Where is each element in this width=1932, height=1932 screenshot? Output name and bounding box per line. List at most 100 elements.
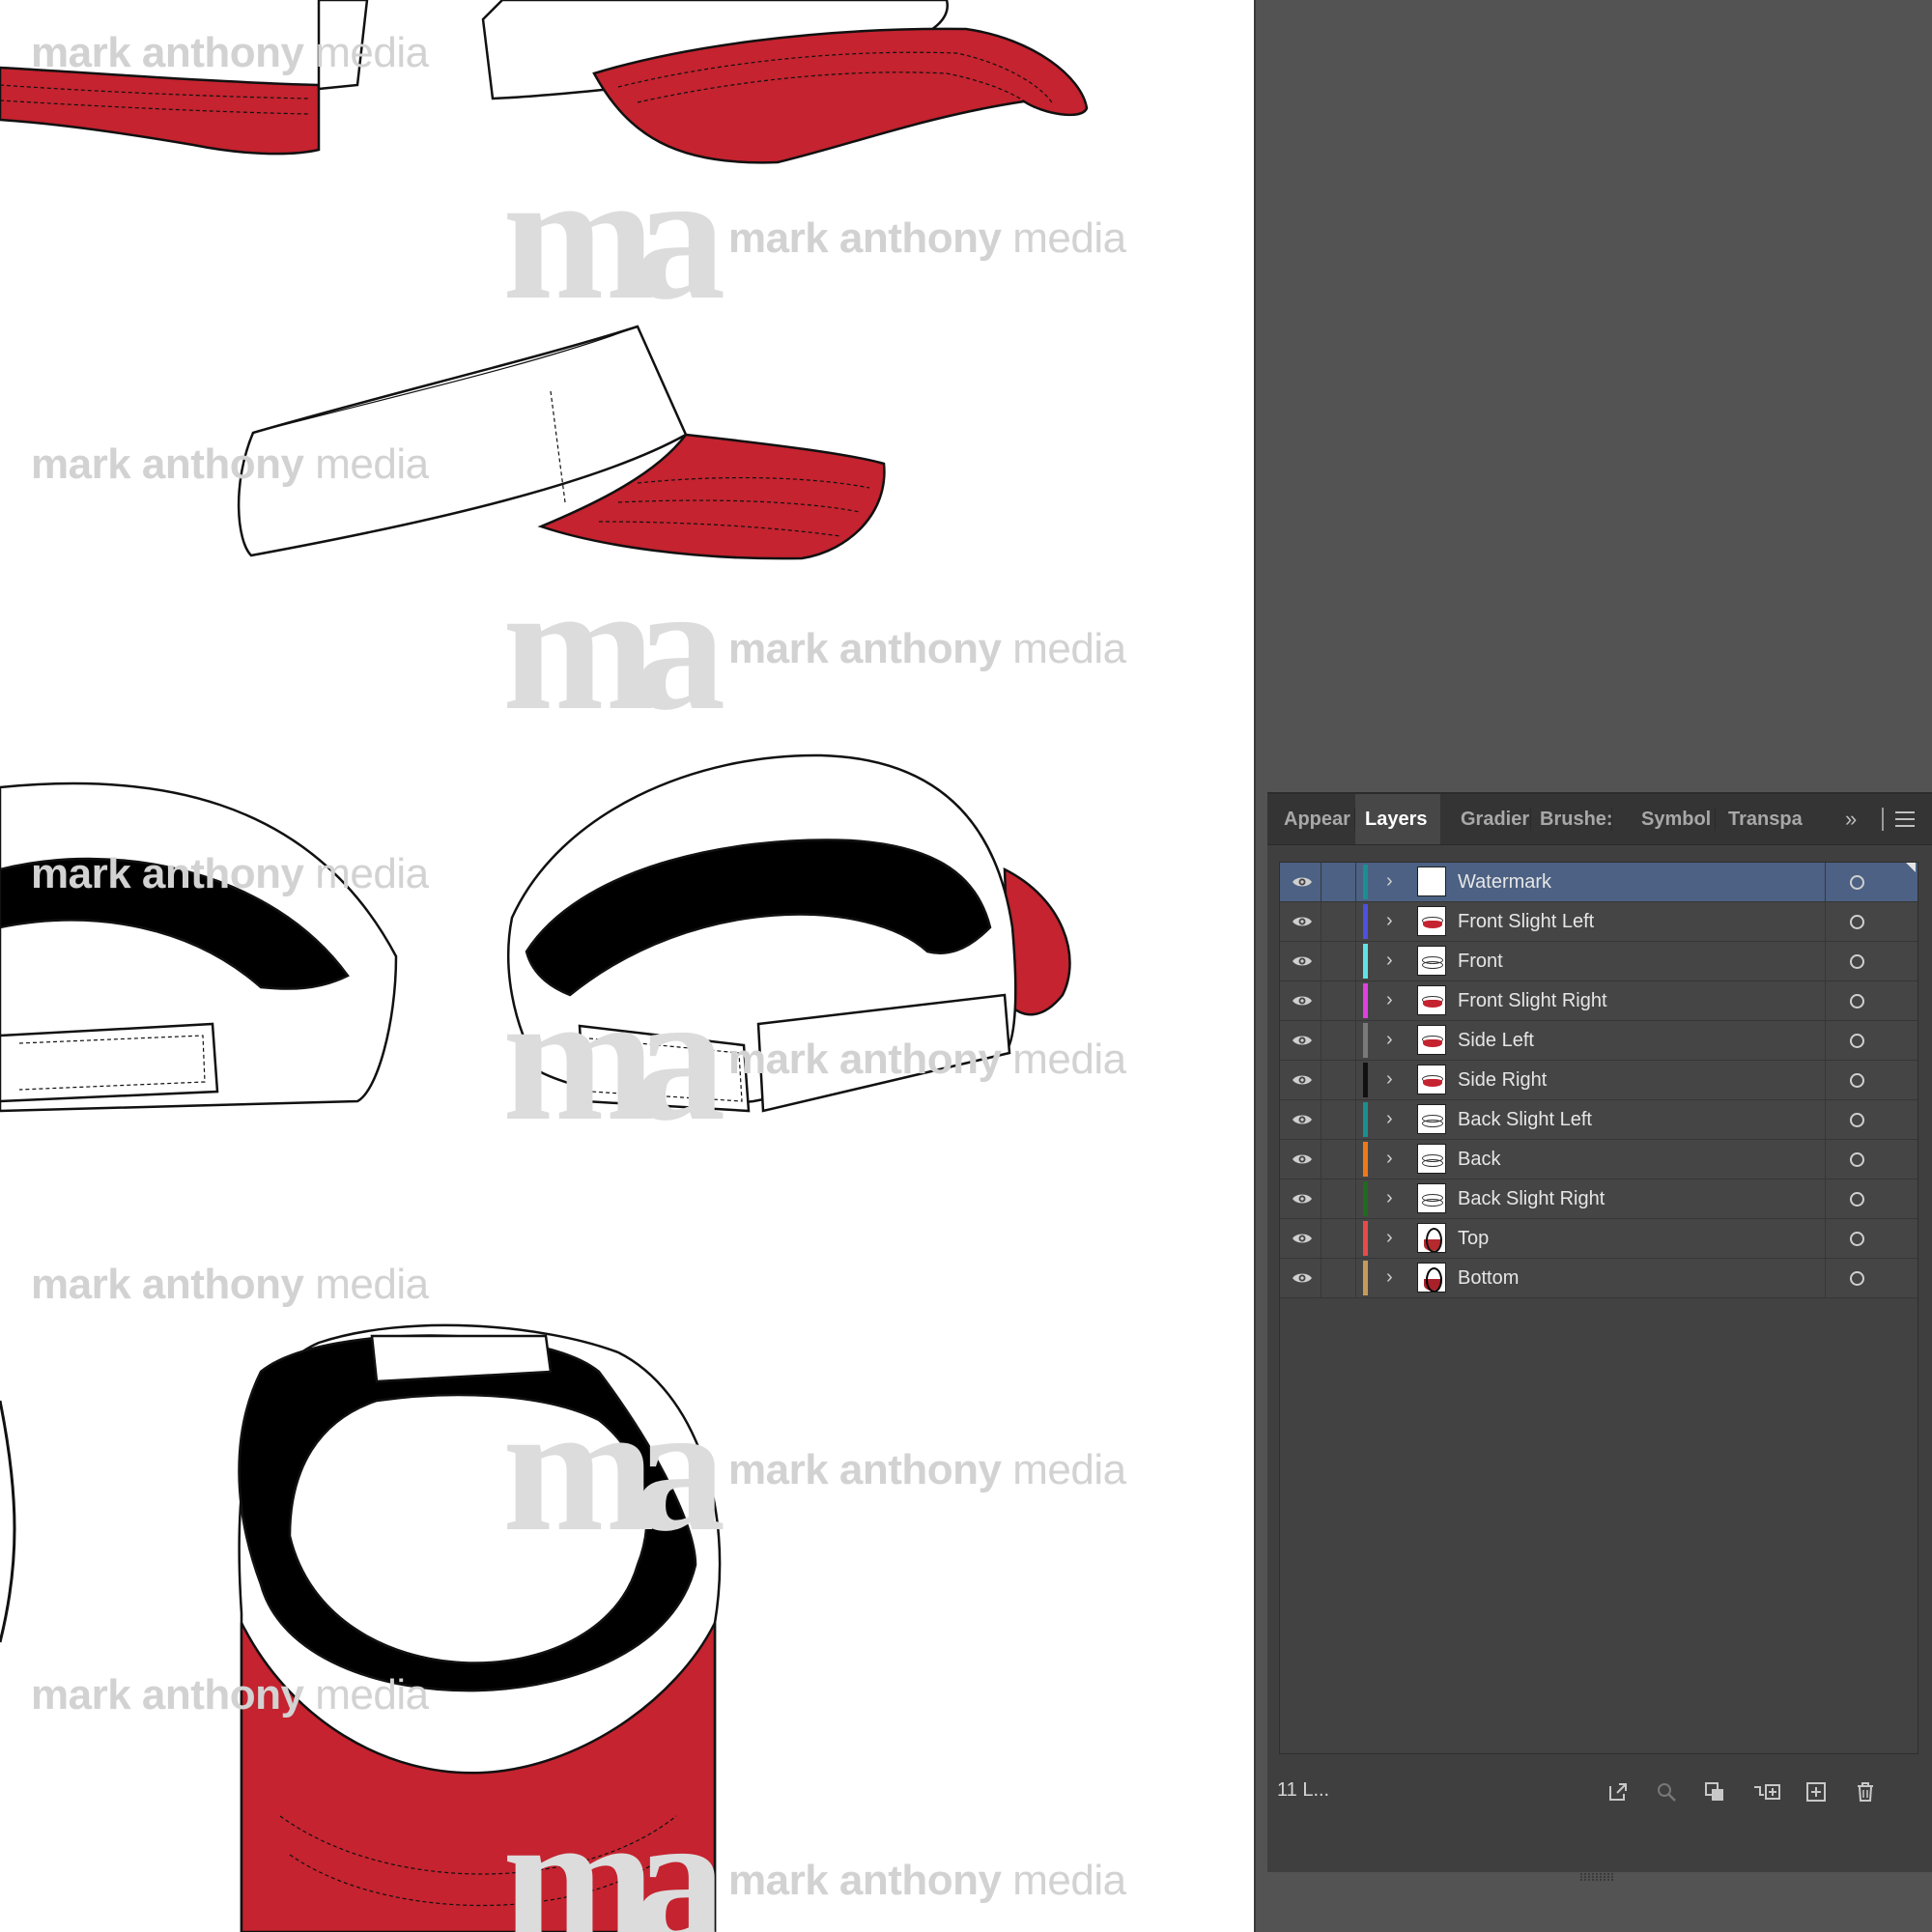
column-divider [1355,863,1356,901]
visibility-eye-icon[interactable] [1292,874,1313,890]
expand-chevron-icon[interactable]: › [1386,1259,1402,1297]
export-icon[interactable] [1607,1781,1629,1803]
layer-name[interactable]: Back Slight Left [1458,1100,1592,1139]
artboard-canvas[interactable]: mark anthony media ma mark anthony media… [0,0,1254,1932]
tab-layers[interactable]: Layers [1355,794,1440,844]
target-circle-icon[interactable] [1850,954,1864,969]
visibility-eye-icon[interactable] [1292,1033,1313,1048]
layer-thumbnail [1417,867,1446,896]
trash-icon[interactable] [1855,1781,1876,1803]
column-divider [1825,942,1826,980]
layer-thumbnail [1417,1263,1446,1293]
watermark-text: mark anthony media [728,214,1126,262]
panel-footer: 11 L... [1267,1760,1932,1881]
expand-chevron-icon[interactable]: › [1386,1061,1402,1099]
visibility-eye-icon[interactable] [1292,914,1313,929]
layer-thumbnail [1417,1065,1446,1094]
layer-row[interactable]: › Front Slight Left [1280,902,1918,942]
target-circle-icon[interactable] [1850,1192,1864,1207]
layer-count: 11 L... [1277,1779,1330,1801]
layer-name[interactable]: Front Slight Left [1458,902,1594,941]
clipping-mask-icon[interactable] [1704,1781,1725,1803]
layer-row[interactable]: › Back Slight Right [1280,1179,1918,1219]
resize-grip-icon[interactable] [1578,1872,1617,1882]
layer-name[interactable]: Back Slight Right [1458,1179,1605,1218]
panel-menu-icon[interactable] [1895,811,1915,827]
layer-row[interactable]: › Top [1280,1219,1918,1259]
visibility-eye-icon[interactable] [1292,993,1313,1009]
expand-chevron-icon[interactable]: › [1386,1140,1402,1179]
layer-row[interactable]: › Bottom [1280,1259,1918,1298]
layer-row[interactable]: › Watermark [1280,863,1918,902]
target-circle-icon[interactable] [1850,915,1864,929]
column-divider [1355,1219,1356,1258]
visibility-eye-icon[interactable] [1292,1072,1313,1088]
watermark-logo: ma [502,135,725,338]
tab-separator [1530,808,1531,831]
layer-name[interactable]: Front Slight Right [1458,981,1607,1020]
column-divider [1355,1061,1356,1099]
layer-row[interactable]: › Back Slight Left [1280,1100,1918,1140]
selection-indicator-icon [1906,863,1916,872]
watermark-text: mark anthony media [728,1857,1126,1904]
watermark-text: mark anthony media [728,1036,1126,1083]
tab-gradient[interactable]: Gradier [1461,794,1530,844]
layer-color-swatch [1363,1181,1368,1216]
target-circle-icon[interactable] [1850,1232,1864,1246]
tab-brushes[interactable]: Brushe: [1540,794,1611,844]
layer-row[interactable]: › Side Right [1280,1061,1918,1100]
layer-name[interactable]: Watermark [1458,863,1551,901]
tab-transparency[interactable]: Transpa [1728,794,1809,844]
visibility-eye-icon[interactable] [1292,1151,1313,1167]
watermark-logo: ma [502,1367,725,1570]
new-sublayer-icon[interactable] [1752,1781,1781,1803]
layer-thumbnail [1417,985,1446,1015]
layer-row[interactable]: › Side Left [1280,1021,1918,1061]
layer-name[interactable]: Back [1458,1140,1500,1179]
expand-chevron-icon[interactable]: › [1386,1100,1402,1139]
new-layer-icon[interactable] [1805,1781,1827,1803]
expand-chevron-icon[interactable]: › [1386,1219,1402,1258]
column-divider [1355,1100,1356,1139]
expand-chevron-icon[interactable]: › [1386,1021,1402,1060]
expand-chevron-icon[interactable]: › [1386,942,1402,980]
expand-chevron-icon[interactable]: › [1386,902,1402,941]
layer-name[interactable]: Side Right [1458,1061,1547,1099]
locate-object-icon[interactable] [1656,1781,1677,1803]
visibility-eye-icon[interactable] [1292,1270,1313,1286]
layer-name[interactable]: Front [1458,942,1503,980]
expand-chevron-icon[interactable]: › [1386,863,1402,901]
column-divider [1825,1100,1826,1139]
layer-row[interactable]: › Front [1280,942,1918,981]
visibility-eye-icon[interactable] [1292,1231,1313,1246]
visibility-eye-icon[interactable] [1292,953,1313,969]
watermark-logo: ma [502,956,725,1159]
target-circle-icon[interactable] [1850,1113,1864,1127]
layer-name[interactable]: Bottom [1458,1259,1519,1297]
layer-thumbnail [1417,1025,1446,1055]
tab-symbols[interactable]: Symbol [1641,794,1711,844]
layer-row[interactable]: › Back [1280,1140,1918,1179]
layer-name[interactable]: Top [1458,1219,1489,1258]
layer-name[interactable]: Side Left [1458,1021,1534,1060]
target-circle-icon[interactable] [1850,1073,1864,1088]
target-circle-icon[interactable] [1850,875,1864,890]
expand-chevron-icon[interactable]: › [1386,981,1402,1020]
target-circle-icon[interactable] [1850,994,1864,1009]
visibility-eye-icon[interactable] [1292,1112,1313,1127]
layer-color-swatch [1363,1261,1368,1295]
layers-list[interactable]: › Watermark › Front Slight Left › Front › Front… [1279,862,1918,1754]
layer-color-swatch [1363,983,1368,1018]
visibility-eye-icon[interactable] [1292,1191,1313,1207]
expand-chevron-icon[interactable]: › [1386,1179,1402,1218]
column-divider [1355,981,1356,1020]
target-circle-icon[interactable] [1850,1034,1864,1048]
tab-overflow-button[interactable]: » [1845,794,1857,844]
layer-row[interactable]: › Front Slight Right [1280,981,1918,1021]
watermark-text: mark anthony media [728,1446,1126,1493]
target-circle-icon[interactable] [1850,1271,1864,1286]
layer-thumbnail [1417,1144,1446,1174]
column-divider [1825,1021,1826,1060]
target-circle-icon[interactable] [1850,1152,1864,1167]
layer-thumbnail [1417,946,1446,976]
